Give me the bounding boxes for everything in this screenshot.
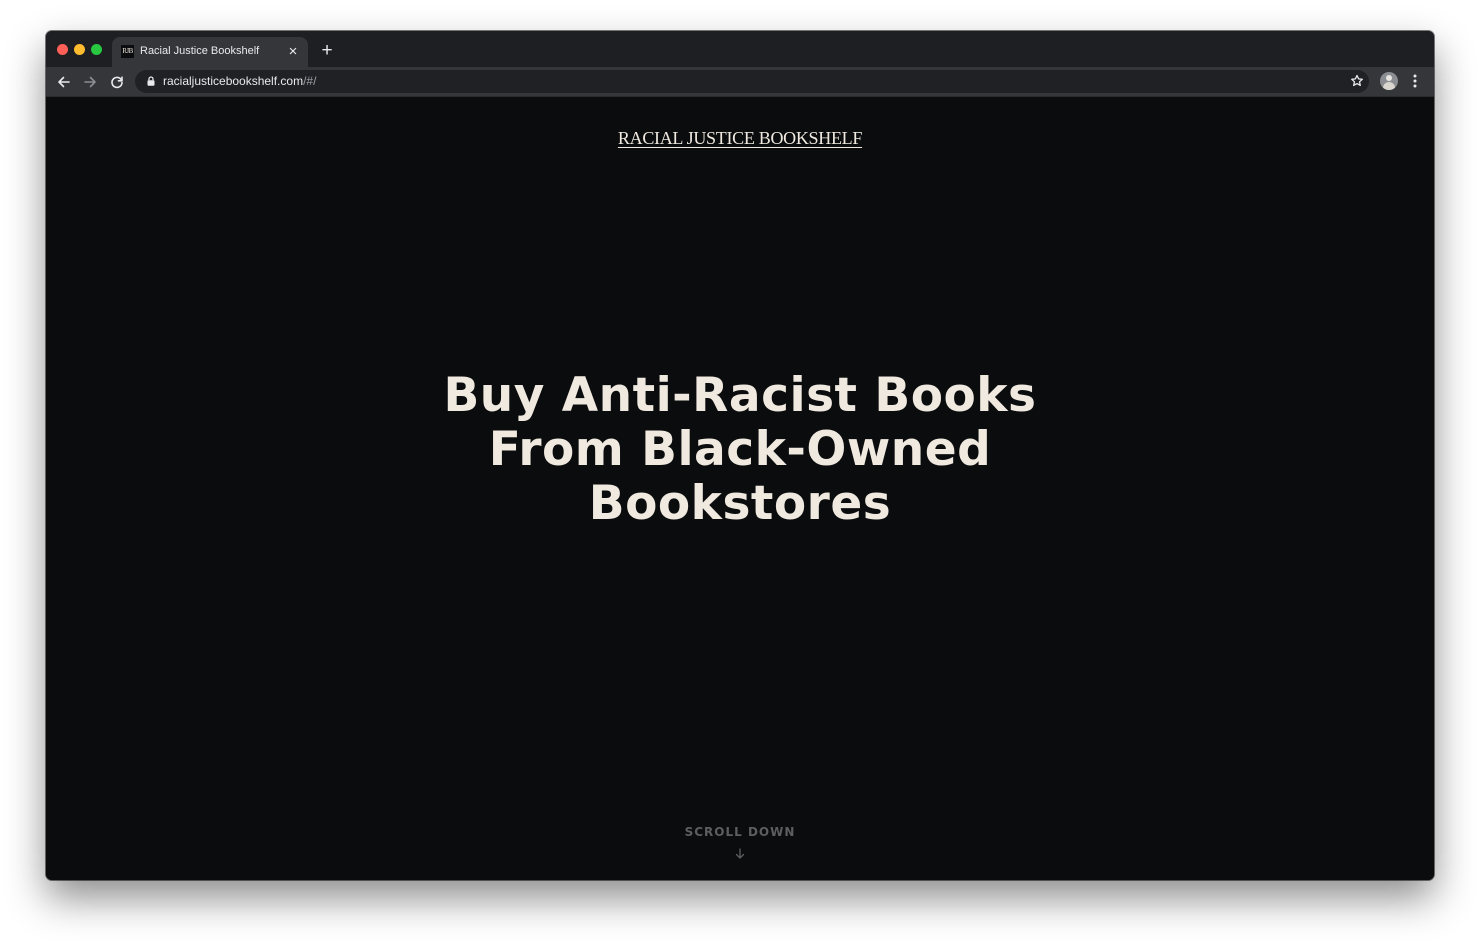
hero-line-1: Buy Anti-Racist Books — [443, 368, 1037, 423]
new-tab-button[interactable]: + — [316, 40, 338, 62]
address-bar[interactable]: racialjusticebookshelf.com/#/ — [135, 70, 1369, 93]
maximize-window-button[interactable] — [91, 44, 102, 55]
avatar-head-shape — [1386, 75, 1392, 81]
avatar[interactable] — [1380, 72, 1398, 90]
minimize-window-button[interactable] — [74, 44, 85, 55]
forward-arrow-icon[interactable] — [79, 71, 101, 93]
scroll-down-label[interactable]: SCROLL DOWN — [46, 825, 1434, 839]
lock-icon — [147, 76, 155, 86]
close-window-button[interactable] — [57, 44, 68, 55]
tab-title: Racial Justice Bookshelf — [140, 45, 260, 57]
tab-close-icon[interactable]: × — [284, 43, 302, 61]
browser-toolbar: racialjusticebookshelf.com/#/ — [46, 67, 1434, 97]
site-logo-link[interactable]: RACIAL JUSTICE BOOKSHELF — [618, 128, 862, 148]
url-host: racialjusticebookshelf.com — [163, 74, 304, 88]
reload-icon[interactable] — [106, 71, 128, 93]
site-logo: RACIAL JUSTICE BOOKSHELF — [46, 128, 1434, 149]
kebab-menu-icon[interactable] — [1405, 70, 1425, 92]
back-arrow-icon[interactable] — [53, 71, 75, 93]
site-favicon-icon: RJB — [121, 45, 134, 58]
url-text: racialjusticebookshelf.com/#/ — [163, 74, 316, 88]
browser-window: RJB Racial Justice Bookshelf × + racialj… — [46, 31, 1434, 880]
active-tab[interactable]: RJB Racial Justice Bookshelf × — [112, 37, 308, 67]
arrow-down-icon[interactable] — [733, 847, 747, 861]
hero-line-2: From Black-Owned — [488, 422, 992, 477]
tab-bar: RJB Racial Justice Bookshelf × + — [46, 31, 1434, 67]
hero-heading: Buy Anti-Racist Books From Black-Owned B… — [46, 369, 1434, 531]
url-path: /#/ — [303, 74, 317, 88]
hero-line-3: Bookstores — [588, 476, 892, 531]
page-content: RACIAL JUSTICE BOOKSHELF Buy Anti-Racist… — [46, 97, 1434, 880]
avatar-body-shape — [1383, 82, 1395, 90]
star-icon[interactable] — [1346, 70, 1368, 92]
